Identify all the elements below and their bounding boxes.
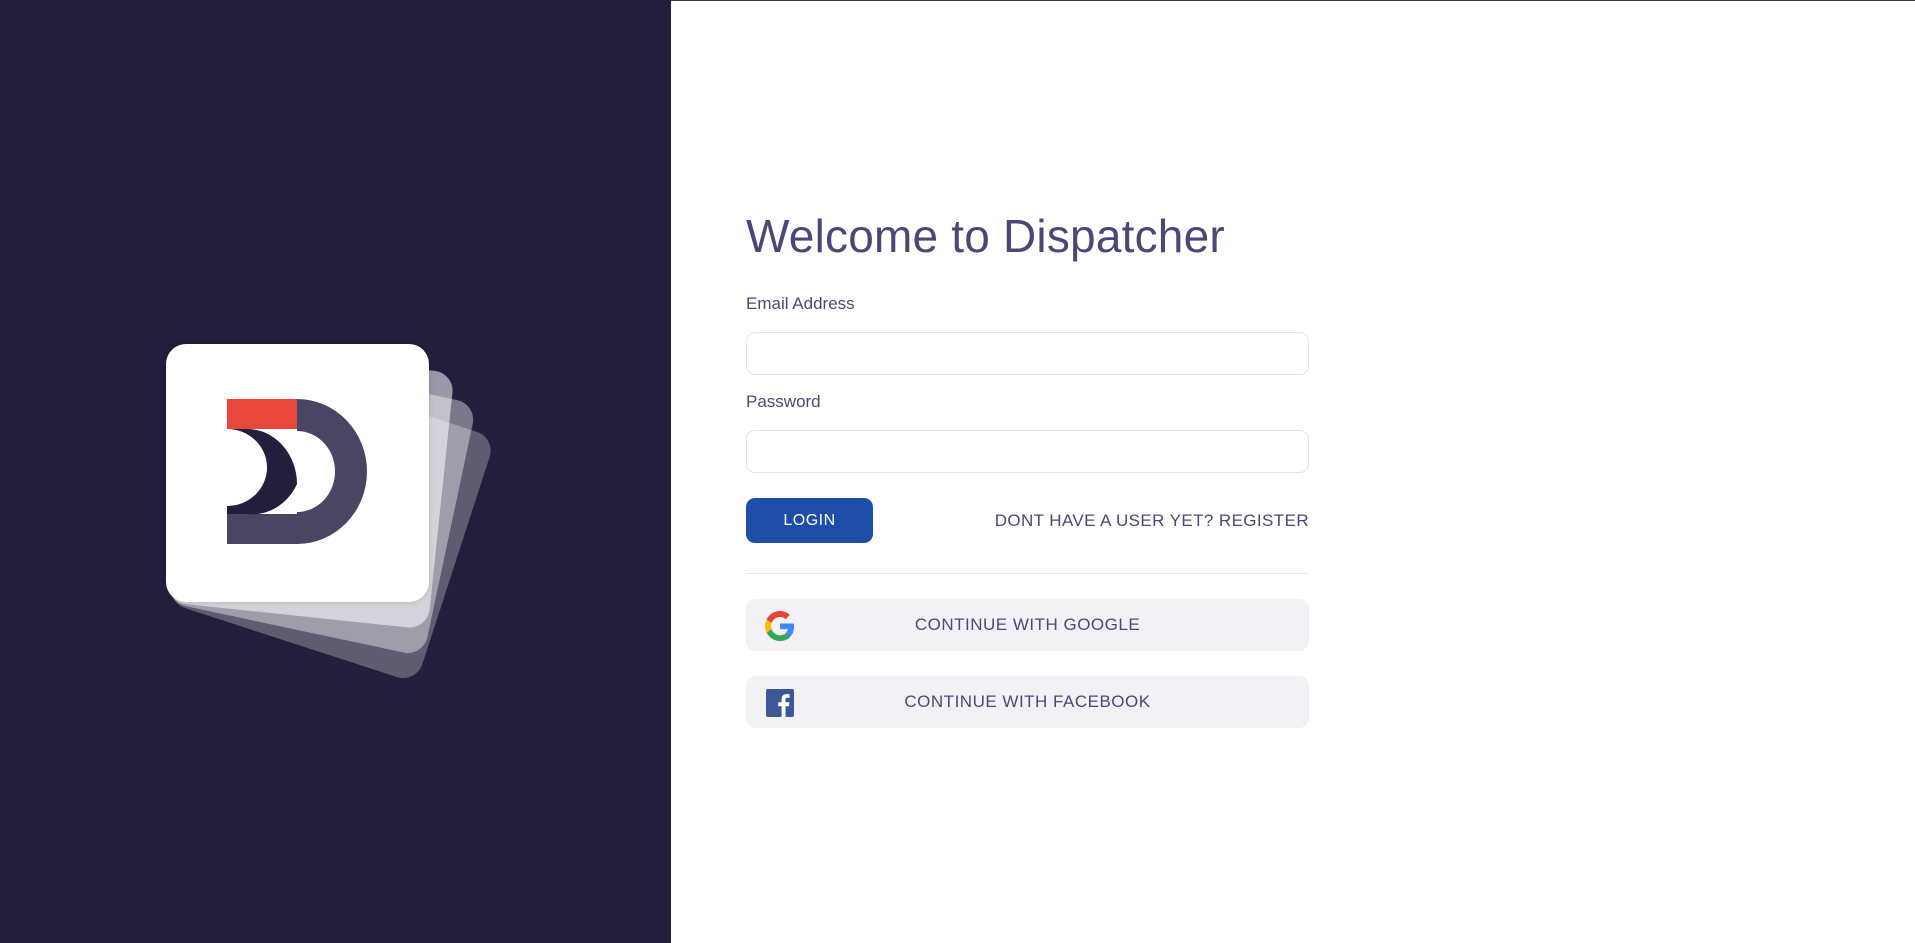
dispatcher-logo-icon bbox=[227, 399, 367, 544]
google-button-label: CONTINUE WITH GOOGLE bbox=[914, 615, 1141, 634]
logo-card bbox=[166, 344, 429, 602]
facebook-button-label: CONTINUE WITH FACEBOOK bbox=[904, 692, 1151, 711]
password-label: Password bbox=[746, 392, 821, 411]
email-field[interactable] bbox=[746, 332, 1309, 375]
facebook-icon bbox=[766, 689, 794, 717]
login-form: Welcome to Dispatcher Email Address Pass… bbox=[746, 206, 1309, 728]
email-label: Email Address bbox=[746, 294, 855, 313]
register-link[interactable]: DONT HAVE A USER YET? REGISTER bbox=[995, 511, 1309, 531]
brand-panel bbox=[0, 0, 671, 943]
google-icon bbox=[765, 611, 795, 641]
app-root: Welcome to Dispatcher Email Address Pass… bbox=[0, 0, 1915, 943]
login-button[interactable]: LOGIN bbox=[746, 498, 873, 543]
continue-with-facebook-button[interactable]: CONTINUE WITH FACEBOOK bbox=[746, 676, 1309, 728]
continue-with-google-button[interactable]: CONTINUE WITH GOOGLE bbox=[746, 599, 1309, 651]
divider bbox=[746, 573, 1309, 574]
page-title: Welcome to Dispatcher bbox=[746, 210, 1225, 262]
login-panel: Welcome to Dispatcher Email Address Pass… bbox=[671, 0, 1915, 943]
password-field[interactable] bbox=[746, 430, 1309, 473]
logo-container bbox=[166, 344, 496, 684]
form-actions: LOGIN DONT HAVE A USER YET? REGISTER bbox=[746, 498, 1309, 543]
